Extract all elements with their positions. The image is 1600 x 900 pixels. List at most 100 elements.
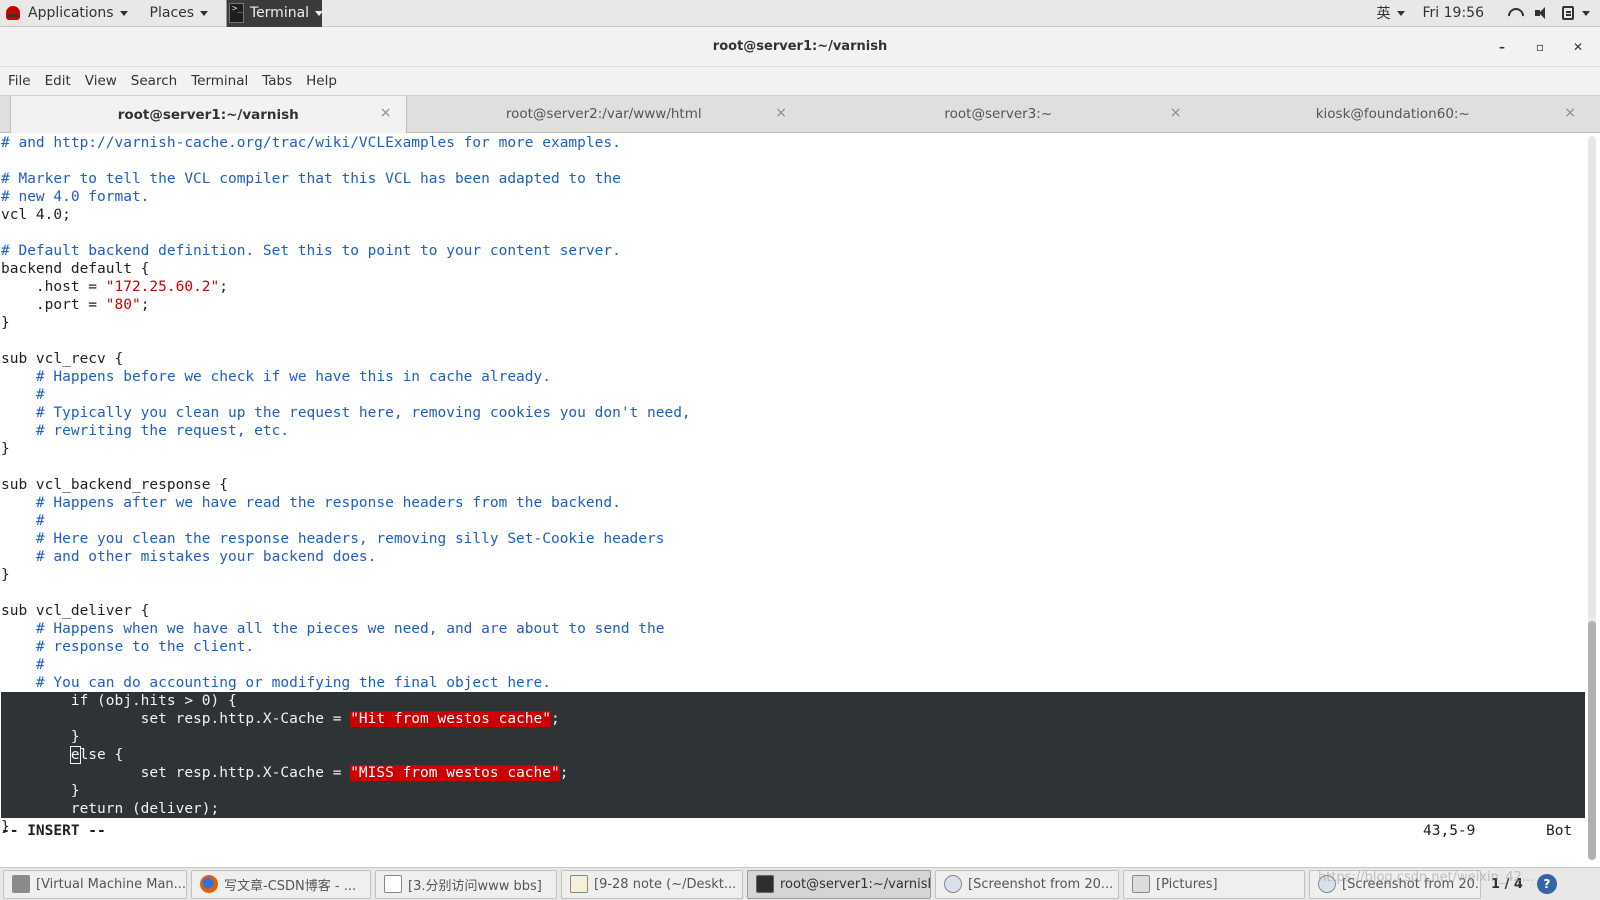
code-line: # rewriting the request, etc. [1,422,1585,440]
code-token: # new 4.0 format. [1,189,150,205]
code-token: # Happens after we have read the respons… [35,495,621,511]
applications-menu[interactable]: Applications [0,0,136,27]
menu-search[interactable]: Search [125,73,183,89]
volume-icon[interactable] [1534,5,1550,21]
close-tab-icon[interactable]: × [1170,105,1182,121]
code-token: } [1,315,10,331]
chevron-down-icon [1396,10,1405,16]
terminal-icon: >_ [229,3,244,23]
menu-view[interactable]: View [79,73,123,89]
help-icon[interactable]: ? [1536,874,1557,894]
chevron-down-icon [119,10,128,16]
code-token: } [1,567,10,583]
code-line: # You can do accounting or modifying the… [1,674,1585,692]
task-label: [Virtual Machine Man... [36,876,187,892]
maximize-button[interactable]: ▫ [1528,35,1552,59]
code-token: # [35,657,45,673]
system-menu[interactable] [1580,0,1600,27]
text-editor-icon [570,875,588,893]
code-line: .host = "172.25.60.2"; [1,278,1585,296]
task-firefox[interactable]: 写文章-CSDN博客 - ... [191,869,371,899]
code-line: # Happens before we check if we have thi… [1,368,1585,386]
terminal-view[interactable]: # and http://varnish-cache.org/trac/wiki… [0,133,1600,867]
tab-server2[interactable]: root@server2:/var/www/html × [407,96,802,132]
tab-server3[interactable]: root@server3:~ × [801,96,1196,132]
tab-server1[interactable]: root@server1:~/varnish × [10,96,407,133]
task-pictures[interactable]: [Pictures] [1123,869,1305,899]
vim-buffer[interactable]: # and http://varnish-cache.org/trac/wiki… [1,134,1585,836]
menu-file[interactable]: File [2,73,37,89]
code-line: else { [1,746,1585,764]
terminal-app-menu[interactable]: >_ Terminal [226,0,324,27]
vim-mode: -- INSERT -- [1,823,106,839]
vim-statusline: -- INSERT -- 43,5-9 Bot [1,822,1585,840]
menu-terminal[interactable]: Terminal [185,73,254,89]
close-button[interactable]: ✕ [1566,35,1590,59]
task-document[interactable]: [3.分别访问www bbs] [375,869,557,899]
terminal-app-label: Terminal [249,5,310,21]
code-token: ; [551,711,560,727]
code-line: # Default backend definition. Set this t… [1,242,1585,260]
clock-label: Fri 19:56 [1422,5,1484,21]
menubar: File Edit View Search Terminal Tabs Help [0,67,1600,95]
status-area: 英 Fri 19:56 [1369,0,1600,27]
code-line: } [1,566,1585,584]
code-line: } [1,440,1585,458]
document-icon [384,875,402,893]
menu-tabs[interactable]: Tabs [256,73,298,89]
vm-icon [12,875,30,893]
tab-foundation60[interactable]: kiosk@foundation60:~ × [1196,96,1591,132]
wifi-icon[interactable] [1506,5,1522,21]
code-line: } [1,782,1585,800]
tab-label: root@server3:~ [944,106,1053,122]
tab-bar: root@server1:~/varnish × root@server2:/v… [0,95,1600,133]
task-label: [Screenshot from 20... [968,876,1114,892]
applications-label: Applications [28,5,114,21]
workspace-pager[interactable]: 1 / 4 [1491,877,1523,892]
task-virtual-machine-manager[interactable]: [Virtual Machine Man... [3,869,187,899]
chevron-down-icon [1582,10,1590,16]
code-token: # Happens before we check if we have thi… [35,369,551,385]
task-screenshot[interactable]: [Screenshot from 20... [935,869,1119,899]
window-titlebar: root@server1:~/varnish – ▫ ✕ [0,27,1600,67]
code-token: # Default backend definition. Set this t… [1,243,621,259]
code-line: # Happens after we have read the respons… [1,494,1585,512]
menu-edit[interactable]: Edit [39,73,77,89]
task-screenshot-2[interactable]: [Screenshot from 20... [1309,869,1481,899]
menu-help[interactable]: Help [300,73,343,89]
code-token: sub vcl_backend_response { [1,477,228,493]
code-line: sub vcl_deliver { [1,602,1585,620]
places-menu[interactable]: Places [142,0,217,27]
clock[interactable]: Fri 19:56 [1413,0,1500,27]
minimize-button[interactable]: – [1490,35,1514,59]
tab-label: kiosk@foundation60:~ [1315,106,1470,122]
taskbar: [Virtual Machine Man... 写文章-CSDN博客 - ...… [0,867,1600,900]
code-token: ; [559,765,569,781]
code-token: sub vcl_recv { [1,351,124,367]
code-token: # and http://varnish-cache.org/trac/wiki… [1,135,621,151]
code-token: # Typically you clean up the request her… [35,405,691,421]
task-label: [9-28 note (~/Deskt... [594,876,737,892]
code-token: sub vcl_deliver { [1,603,150,619]
close-tab-icon[interactable]: × [775,105,787,121]
clipboard-icon[interactable] [1562,6,1574,20]
close-tab-icon[interactable]: × [380,105,392,121]
code-token: .host = [1,279,106,295]
task-terminal[interactable]: root@server1:~/varnish [747,869,931,899]
scrollbar[interactable] [1588,136,1596,860]
code-token: # Here you clean the response headers, r… [35,531,665,547]
task-text-editor[interactable]: [9-28 note (~/Deskt... [561,869,743,899]
scrollbar-thumb[interactable] [1588,621,1596,860]
close-tab-icon[interactable]: × [1564,105,1576,121]
input-method-indicator[interactable]: 英 [1369,0,1413,27]
folder-icon [1132,875,1150,893]
